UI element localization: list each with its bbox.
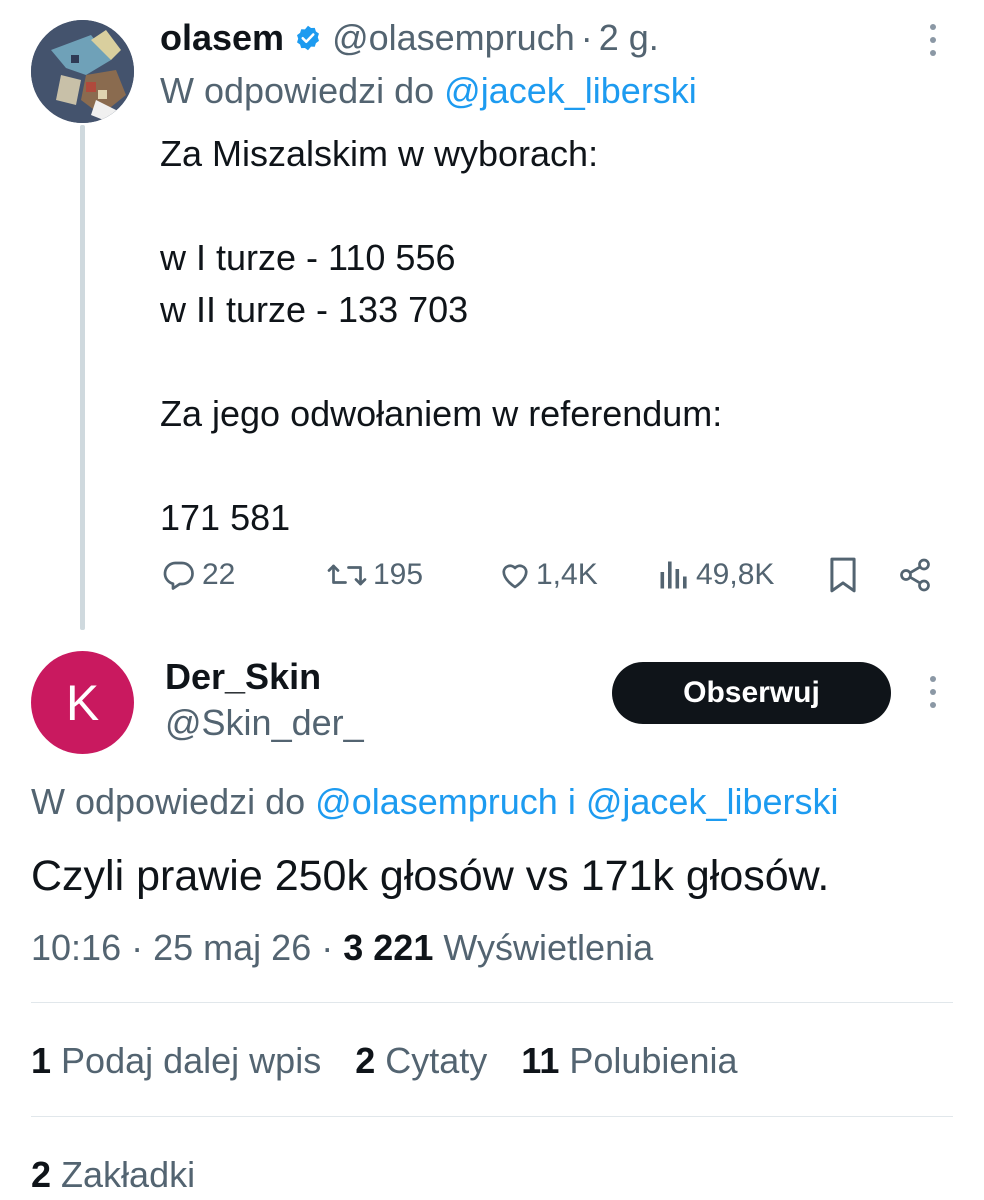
tweet-line: Za Miszalskim w wyborach: <box>160 133 599 174</box>
reply-button[interactable]: 22 <box>160 553 235 597</box>
likes-count: 11 <box>521 1040 560 1081</box>
tweet2-text: Czyli prawie 250k głosów vs 171k głosów. <box>31 852 830 900</box>
tweet-line <box>160 336 722 388</box>
likes-label: Polubienia <box>569 1040 738 1081</box>
bookmark-icon <box>826 556 860 594</box>
divider <box>31 1002 953 1003</box>
tweet-time[interactable]: 10:16 <box>31 927 121 968</box>
follow-button[interactable]: Obserwuj <box>612 662 891 724</box>
heart-icon <box>496 557 534 593</box>
like-button[interactable]: 1,4K <box>496 553 598 597</box>
reply-icon <box>160 557 198 593</box>
reply-context: W odpowiedzi do @jacek_liberski <box>160 70 697 112</box>
reply-context: W odpowiedzi do @olasempruch i @jacek_li… <box>31 781 839 823</box>
quotes-label: Cytaty <box>385 1040 488 1081</box>
share-button[interactable] <box>897 553 933 597</box>
reposts-label: Podaj dalej wpis <box>61 1040 322 1081</box>
tweet-meta: 10:16 · 25 maj 26 · 3 221 Wyświetlenia <box>31 927 653 969</box>
author-name[interactable]: olasem <box>160 17 284 59</box>
like-count: 1,4K <box>536 558 598 591</box>
bookmarks-label: Zakładki <box>61 1154 196 1195</box>
tweet-date[interactable]: 25 maj 26 <box>153 927 311 968</box>
tweet1-header: olasem @olasempruch · 2 g. <box>160 14 659 62</box>
repost-icon <box>325 557 369 593</box>
reply-joiner: i <box>567 781 576 822</box>
separator-dot: · <box>131 927 144 968</box>
author-name[interactable]: Der_Skin <box>165 656 321 698</box>
more-options-icon[interactable] <box>925 676 941 712</box>
quotes-stat[interactable]: 2 Cytaty <box>355 1040 487 1082</box>
reply-to-link[interactable]: @jacek_liberski <box>586 781 839 822</box>
reposts-count: 1 <box>31 1040 52 1081</box>
engagement-stats: 1 Podaj dalej wpis 2 Cytaty 11 Polubieni… <box>31 1040 738 1082</box>
reply-to-link[interactable]: @jacek_liberski <box>444 70 697 111</box>
separator-dot: · <box>580 17 593 58</box>
tweet-line <box>160 440 722 492</box>
reply-to-link[interactable]: @olasempruch <box>315 781 558 822</box>
tweet-line: Za jego odwołaniem w referendum: <box>160 393 723 434</box>
tweet-line: 171 581 <box>160 497 291 538</box>
separator-dot: · <box>321 927 334 968</box>
reply-prefix: W odpowiedzi do <box>160 70 435 111</box>
tweet-line <box>160 180 722 232</box>
reposts-stat[interactable]: 1 Podaj dalej wpis <box>31 1040 321 1082</box>
likes-stat[interactable]: 11 Polubienia <box>521 1040 737 1082</box>
avatar-olasem[interactable] <box>31 20 134 123</box>
views-count: 3 221 <box>343 927 434 968</box>
avatar-der-skin[interactable]: K <box>31 651 134 754</box>
reply-count: 22 <box>202 558 236 591</box>
divider <box>31 1116 953 1117</box>
tweet-line: w I turze - 110 556 <box>160 237 456 278</box>
quotes-count: 2 <box>355 1040 376 1081</box>
tweet1-text: Za Miszalskim w wyborach: w I turze - 11… <box>160 128 722 544</box>
more-options-icon[interactable] <box>925 24 941 60</box>
views-label: Wyświetlenia <box>443 927 654 968</box>
bookmarks-stat[interactable]: 2 Zakładki <box>31 1154 195 1196</box>
bookmarks-count: 2 <box>31 1154 52 1195</box>
verified-badge-icon <box>294 24 322 52</box>
views-icon <box>658 557 690 593</box>
tweet-age[interactable]: 2 g. <box>599 17 659 59</box>
thread-connector-line <box>80 125 85 630</box>
repost-button[interactable]: 195 <box>325 553 423 597</box>
repost-count: 195 <box>373 558 424 591</box>
views-button[interactable]: 49,8K <box>658 553 774 597</box>
bookmark-button[interactable] <box>826 553 860 597</box>
tweet-line: w II turze - 133 703 <box>160 289 469 330</box>
views-count: 49,8K <box>696 558 775 591</box>
avatar-letter: K <box>65 674 100 731</box>
author-handle[interactable]: @olasempruch <box>332 17 575 59</box>
author-handle[interactable]: @Skin_der_ <box>165 702 364 744</box>
reply-prefix: W odpowiedzi do <box>31 781 306 822</box>
share-icon <box>897 557 933 593</box>
